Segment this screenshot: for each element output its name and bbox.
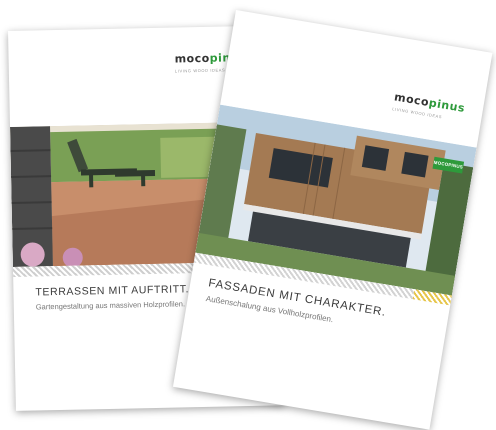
logo-word-main: moco [174,51,210,66]
terrace-subline: Gartengestaltung aus massiven Holzprofil… [35,299,186,312]
mocopinus-logo: mocopinus LIVING WOOD IDEAS [392,87,466,122]
terrace-headline: TERRASSEN MIT AUFTRITT. [35,283,190,299]
